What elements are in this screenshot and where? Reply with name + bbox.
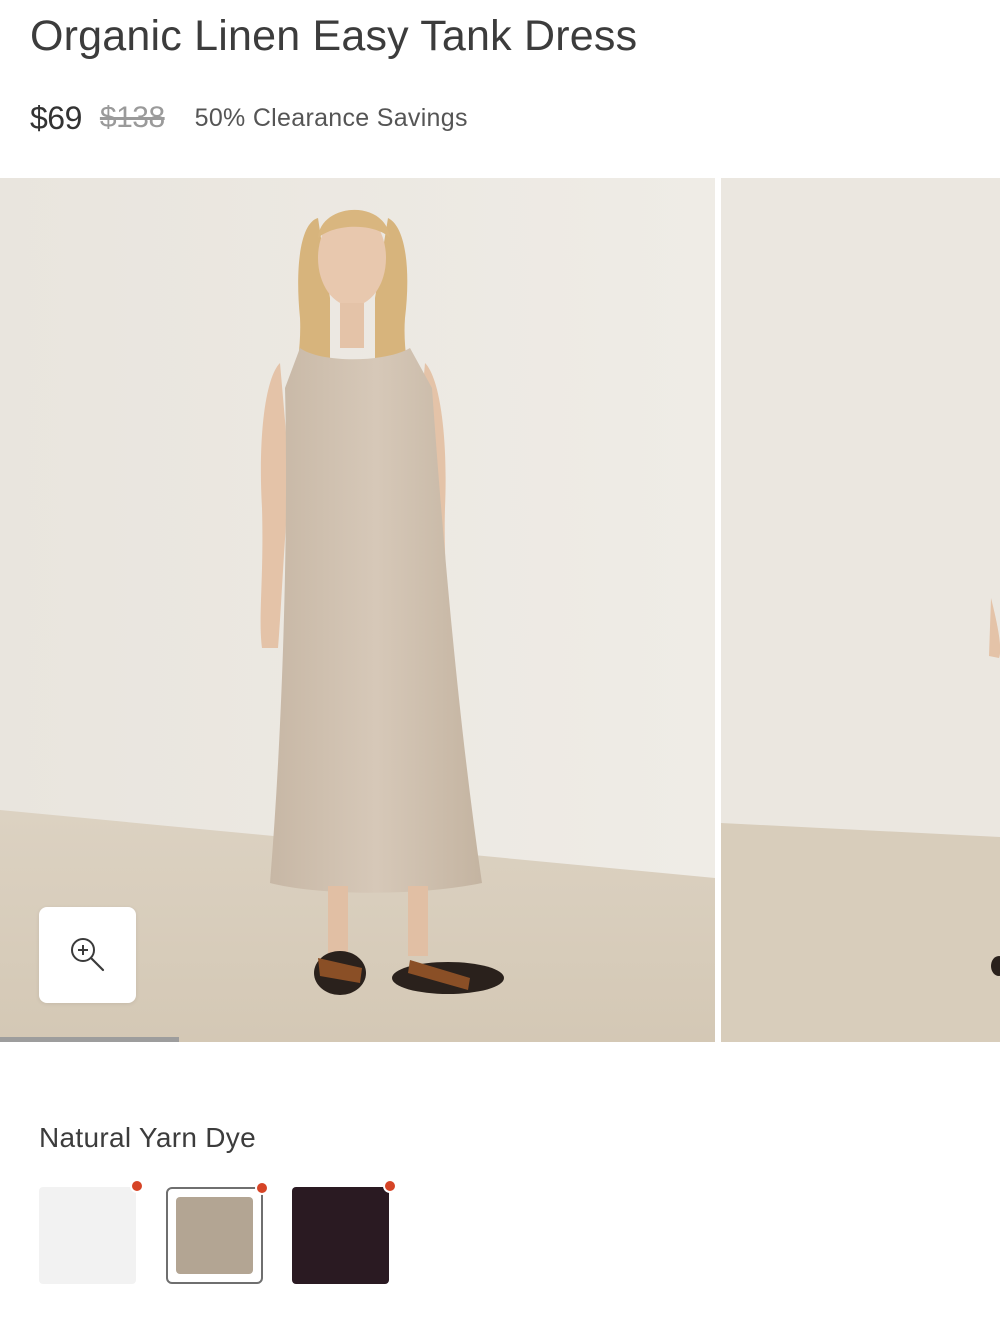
swatch-chip: [176, 1197, 253, 1274]
sale-price: $69: [30, 99, 82, 136]
sale-badge-dot: [255, 1181, 269, 1195]
swatch-chip: [292, 1187, 389, 1284]
price-row: $69 $138 50% Clearance Savings: [30, 96, 468, 140]
gallery-progress: [0, 1037, 715, 1042]
zoom-button[interactable]: [39, 907, 136, 1003]
savings-label: 50% Clearance Savings: [194, 103, 468, 132]
product-image-gallery[interactable]: [0, 178, 1000, 1042]
color-swatch-white[interactable]: [39, 1179, 144, 1284]
original-price: $138: [99, 101, 165, 134]
color-swatch-natural-yarn-dye[interactable]: [166, 1181, 269, 1284]
selected-color-name: Natural Yarn Dye: [39, 1122, 256, 1153]
color-swatches: [39, 1179, 439, 1287]
product-image-next[interactable]: [721, 178, 1000, 1042]
color-swatch-dark-plum[interactable]: [292, 1179, 397, 1284]
gallery-progress-fill: [0, 1037, 179, 1042]
sale-badge-dot: [130, 1179, 144, 1193]
swatch-chip: [39, 1187, 136, 1284]
sale-badge-dot: [383, 1179, 397, 1193]
product-title: Organic Linen Easy Tank Dress: [30, 12, 638, 60]
product-photo-next: [721, 178, 1000, 1042]
zoom-in-icon: [70, 938, 104, 972]
